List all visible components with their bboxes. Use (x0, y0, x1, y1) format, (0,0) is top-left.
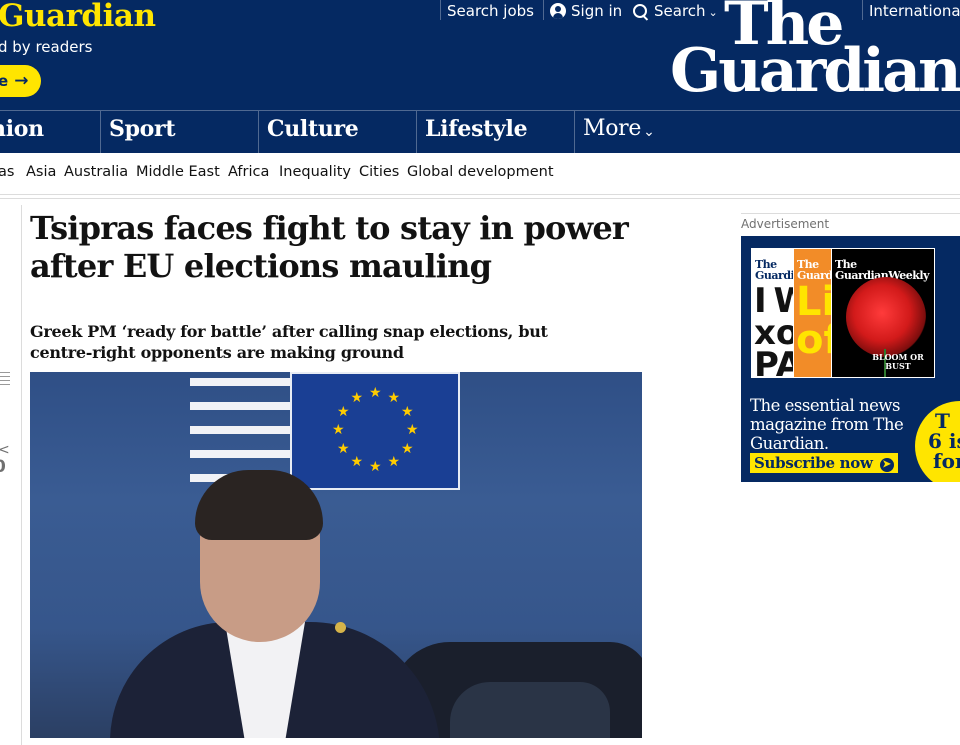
logo-line-2: Guardian (670, 36, 960, 106)
search-jobs-label: Search jobs (447, 2, 534, 20)
subnav-item-australia[interactable]: Australia (64, 164, 128, 180)
subnav-item-americas[interactable]: as (0, 164, 14, 180)
advertisement-banner[interactable]: The Guardian I W xo PA The Guardian Li o… (741, 236, 960, 482)
more-label: More (583, 116, 642, 141)
subscribe-button[interactable]: Subscribe now ➤ (750, 453, 898, 473)
article-main-image: ★ ★ ★ ★ ★ ★ ★ ★ ★ ★ ★ ★ (30, 372, 642, 738)
badge-line-1: T (935, 409, 950, 433)
magazine-cover-caption: BLOOM OR BUST (872, 352, 924, 371)
arrow-right-icon: ➤ (879, 458, 894, 472)
pillar-label: Culture (267, 116, 359, 142)
subnav-item-africa[interactable]: Africa (228, 164, 269, 180)
pillar-nav: nion Sport Culture Lifestyle More⌄ (0, 110, 960, 153)
arrow-right-icon: → (14, 71, 29, 91)
car-window (450, 682, 610, 738)
share-count: 0 (0, 457, 6, 477)
sub-nav: as Asia Australia Middle East Africa Ine… (0, 153, 960, 195)
pillar-sport[interactable]: Sport (100, 111, 258, 153)
subnav-item-middle-east[interactable]: Middle East (136, 164, 220, 180)
pillar-opinion[interactable]: nion (0, 111, 100, 153)
divider (543, 0, 544, 20)
pillar-label: nion (0, 116, 44, 142)
masthead: Guardian d by readers e → Search jobs Si… (0, 0, 960, 110)
badge-line-3: for (933, 449, 960, 473)
support-title: Guardian (0, 0, 156, 34)
badge-line-2: 6 is (928, 429, 960, 453)
sign-in-label: Sign in (571, 2, 623, 20)
eu-flag: ★ ★ ★ ★ ★ ★ ★ ★ ★ ★ ★ ★ (290, 372, 460, 490)
search-jobs-link[interactable]: Search jobs (447, 2, 534, 20)
support-button-label: e (0, 72, 9, 90)
pillar-lifestyle[interactable]: Lifestyle (416, 111, 574, 153)
magazine-headline: Li of (796, 279, 833, 363)
menu-icon[interactable] (0, 372, 10, 388)
advertisement-label: Advertisement (741, 213, 960, 235)
article-headline: Tsipras faces fight to stay in power aft… (30, 209, 629, 285)
pillar-label: More ⌄ (583, 116, 655, 141)
lapel-pin (335, 622, 346, 633)
sign-in-link[interactable]: Sign in (550, 2, 622, 20)
magazine-cover-weekly: The GuardianWeekly BLOOM OR BUST (831, 248, 935, 378)
subscribe-label: Subscribe now (754, 454, 873, 472)
rose-image (846, 277, 926, 357)
share-icon[interactable]: < (0, 442, 10, 458)
divider (440, 0, 441, 20)
divider (0, 198, 960, 199)
pillar-label: Sport (109, 116, 176, 142)
gutter-divider (21, 205, 22, 745)
pillar-label: Lifestyle (425, 116, 528, 142)
subnav-item-asia[interactable]: Asia (26, 164, 56, 180)
guardian-logo[interactable]: The Guardian (670, 0, 960, 104)
magazine-cover: The Guardian Li of (793, 248, 833, 378)
chevron-down-icon: ⌄ (643, 124, 655, 140)
pillar-culture[interactable]: Culture (258, 111, 416, 153)
subnav-item-inequality[interactable]: Inequality (279, 164, 351, 180)
subnav-item-global-development[interactable]: Global development (407, 164, 554, 180)
support-subtitle: d by readers (0, 38, 93, 56)
person-icon (550, 3, 566, 19)
magazine-title: The Guardian (797, 258, 833, 282)
offer-badge: T 6 is for (915, 401, 960, 482)
article-standfirst: Greek PM ‘ready for battle’ after callin… (30, 322, 548, 362)
subnav-item-cities[interactable]: Cities (359, 164, 399, 180)
support-button[interactable]: e → (0, 65, 41, 97)
pillar-more[interactable]: More ⌄ (574, 111, 694, 153)
search-icon (632, 3, 649, 20)
ad-copy: The essential news magazine from The Gua… (750, 396, 904, 453)
